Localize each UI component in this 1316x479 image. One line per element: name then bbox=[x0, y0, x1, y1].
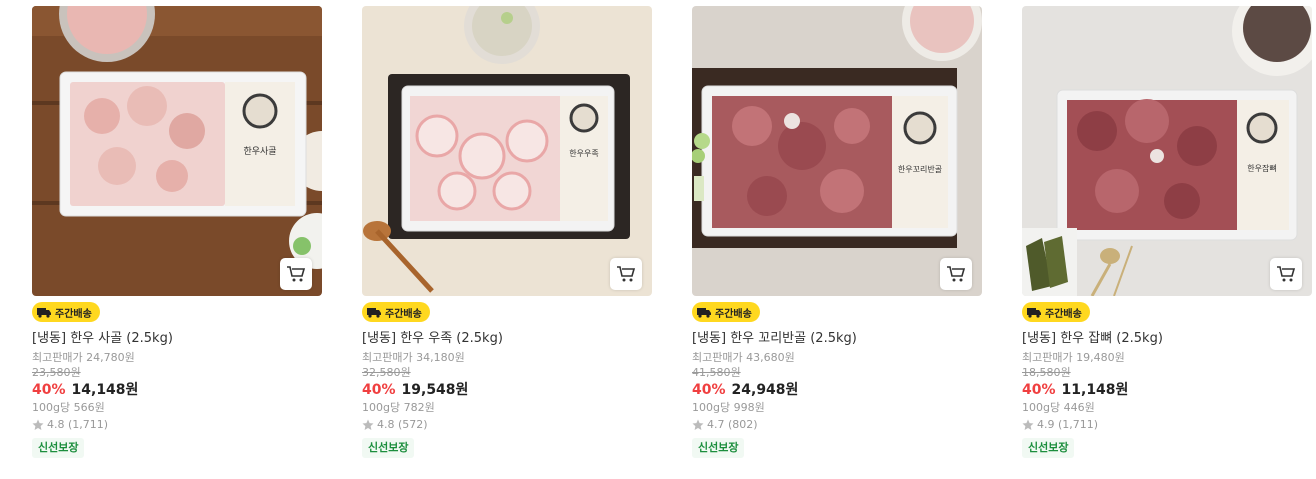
price-line: 40% 14,148원 bbox=[32, 381, 322, 399]
rating: 4.9 (1,711) bbox=[1022, 416, 1312, 434]
product-name[interactable]: [냉동] 한우 우족 (2.5kg) bbox=[362, 330, 652, 347]
fresh-guarantee-tag: 신선보장 bbox=[362, 438, 415, 458]
original-price: 41,580원 bbox=[692, 366, 741, 379]
package-label: 한우잡뼈 bbox=[1247, 163, 1276, 173]
fresh-guarantee-tag: 신선보장 bbox=[692, 438, 745, 458]
unit-price: 100g당 566원 bbox=[32, 401, 105, 414]
fresh-guarantee-tag: 신선보장 bbox=[32, 438, 85, 458]
truck-icon bbox=[1027, 308, 1041, 318]
star-icon bbox=[362, 419, 374, 430]
unit-price: 100g당 998원 bbox=[692, 401, 765, 414]
price-line: 40% 24,948원 bbox=[692, 381, 982, 399]
product-card[interactable]: 한우사골 주간배송 [냉동] 한우 사골 (2.5kg) 최고판매가 24,78… bbox=[32, 6, 322, 458]
add-to-cart-button[interactable] bbox=[610, 258, 642, 290]
product-name[interactable]: [냉동] 한우 사골 (2.5kg) bbox=[32, 330, 322, 347]
original-price: 32,580원 bbox=[362, 366, 411, 379]
product-card[interactable]: 한우꼬리반골 주간배송 [냉동] 한우 꼬리반골 (2.5kg) 최고판매가 4… bbox=[692, 6, 982, 458]
package-label: 한우꼬리반골 bbox=[898, 165, 942, 174]
product-name[interactable]: [냉동] 한우 잡뼈 (2.5kg) bbox=[1022, 330, 1312, 347]
max-price: 최고판매가 43,680원 bbox=[692, 351, 795, 364]
price-line: 40% 19,548원 bbox=[362, 381, 652, 399]
weekly-delivery-badge: 주간배송 bbox=[1022, 302, 1090, 322]
truck-icon bbox=[697, 308, 711, 318]
product-image[interactable]: 한우잡뼈 bbox=[1022, 6, 1312, 296]
add-to-cart-button[interactable] bbox=[940, 258, 972, 290]
sale-price: 14,148원 bbox=[71, 382, 139, 398]
max-price: 최고판매가 19,480원 bbox=[1022, 351, 1125, 364]
product-card[interactable]: 한우잡뼈 주간배송 [냉동] 한우 잡뼈 (2.5kg) 최고판매가 19,48… bbox=[1022, 6, 1312, 458]
rating: 4.7 (802) bbox=[692, 416, 982, 434]
badge-label: 주간배송 bbox=[1045, 308, 1082, 320]
add-to-cart-button[interactable] bbox=[280, 258, 312, 290]
original-price: 18,580원 bbox=[1022, 366, 1071, 379]
star-icon bbox=[692, 419, 704, 430]
product-card[interactable]: 한우우족 주간배송 [냉동] 한우 우족 (2.5kg) 최고판매가 34,18… bbox=[362, 6, 652, 458]
max-price: 최고판매가 24,780원 bbox=[32, 351, 135, 364]
star-icon bbox=[1022, 419, 1034, 430]
discount-rate: 40% bbox=[1022, 382, 1056, 398]
rating: 4.8 (572) bbox=[362, 416, 652, 434]
badge-label: 주간배송 bbox=[385, 308, 422, 320]
package-label: 한우우족 bbox=[569, 149, 598, 158]
product-image[interactable]: 한우꼬리반골 bbox=[692, 6, 982, 296]
package-label: 한우사골 bbox=[243, 146, 276, 157]
max-price: 최고판매가 34,180원 bbox=[362, 351, 465, 364]
star-icon bbox=[32, 419, 44, 430]
cart-icon bbox=[947, 266, 966, 282]
rating-text: 4.8 (572) bbox=[377, 418, 428, 431]
unit-price: 100g당 446원 bbox=[1022, 401, 1095, 414]
weekly-delivery-badge: 주간배송 bbox=[692, 302, 760, 322]
price-line: 40% 11,148원 bbox=[1022, 381, 1312, 399]
fresh-guarantee-tag: 신선보장 bbox=[1022, 438, 1075, 458]
cart-icon bbox=[617, 266, 636, 282]
unit-price: 100g당 782원 bbox=[362, 401, 435, 414]
add-to-cart-button[interactable] bbox=[1270, 258, 1302, 290]
sale-price: 24,948원 bbox=[731, 382, 799, 398]
badge-label: 주간배송 bbox=[715, 308, 752, 320]
rating-text: 4.7 (802) bbox=[707, 418, 758, 431]
rating-text: 4.8 (1,711) bbox=[47, 418, 109, 431]
badge-label: 주간배송 bbox=[55, 308, 92, 320]
sale-price: 19,548원 bbox=[401, 382, 469, 398]
product-name[interactable]: [냉동] 한우 꼬리반골 (2.5kg) bbox=[692, 330, 982, 347]
cart-icon bbox=[1277, 266, 1296, 282]
truck-icon bbox=[37, 308, 51, 318]
rating: 4.8 (1,711) bbox=[32, 416, 322, 434]
rating-text: 4.9 (1,711) bbox=[1037, 418, 1099, 431]
cart-icon bbox=[287, 266, 306, 282]
truck-icon bbox=[367, 308, 381, 318]
discount-rate: 40% bbox=[32, 382, 66, 398]
weekly-delivery-badge: 주간배송 bbox=[32, 302, 100, 322]
product-image[interactable]: 한우우족 bbox=[362, 6, 652, 296]
product-image[interactable]: 한우사골 bbox=[32, 6, 322, 296]
discount-rate: 40% bbox=[692, 382, 726, 398]
sale-price: 11,148원 bbox=[1061, 382, 1129, 398]
original-price: 23,580원 bbox=[32, 366, 81, 379]
discount-rate: 40% bbox=[362, 382, 396, 398]
weekly-delivery-badge: 주간배송 bbox=[362, 302, 430, 322]
